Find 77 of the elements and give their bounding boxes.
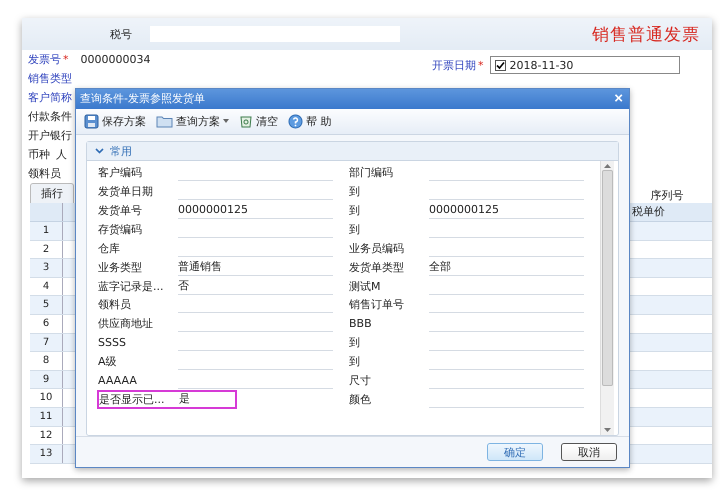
field-label: 蓝字记录是... <box>98 278 164 294</box>
field-label: 发货单日期 <box>98 184 154 200</box>
field-label: SSSS <box>98 336 127 350</box>
field-label: 开票日期 <box>432 58 476 72</box>
row-number: 12 <box>30 426 63 444</box>
required-mark: * <box>478 58 484 72</box>
input-field[interactable]: 普通销售 <box>178 258 333 276</box>
field-label: 客户简称 <box>28 90 72 105</box>
field-label: 币种 <box>28 147 50 162</box>
input-field[interactable]: 0000000125 <box>178 202 333 219</box>
checkbox[interactable] <box>494 60 506 70</box>
row-number: 11 <box>30 408 63 426</box>
field-label: 到 <box>349 202 361 218</box>
row-number: 8 <box>30 352 63 370</box>
field-label: 发货单类型 <box>349 260 405 275</box>
input-field[interactable] <box>150 26 400 42</box>
group-toggle[interactable]: 常用 <box>87 144 140 159</box>
field-label: 到 <box>349 335 361 350</box>
field-label: 发票号 <box>28 52 61 67</box>
row-number: 10 <box>30 389 63 407</box>
row-number: 5 <box>30 296 63 314</box>
required-mark: * <box>63 53 68 66</box>
field-label: 到 <box>349 222 361 237</box>
row-number: 1 <box>30 222 63 240</box>
field-label: 开户银行 <box>28 128 72 143</box>
field-label: 仓库 <box>98 240 121 256</box>
field-label: 领料员 <box>98 297 132 312</box>
row-number: 3 <box>30 259 63 277</box>
field-label: 销售类型 <box>28 71 72 86</box>
field-label: AAAAA <box>98 374 138 387</box>
toolbar-button[interactable]: 帮 助 <box>288 114 332 129</box>
date-field[interactable]: 2018-11-30 <box>490 56 680 74</box>
row-number: 2 <box>30 240 63 258</box>
field-label: 业务员编码 <box>349 240 405 256</box>
column-header: 序列号 <box>650 188 684 203</box>
row-number: 7 <box>30 334 63 352</box>
field-label: 颜色 <box>349 392 372 407</box>
field-label: 到 <box>349 354 361 370</box>
row-number: 13 <box>30 445 63 463</box>
field-value: 0000000034 <box>80 53 150 66</box>
field-label: BBB <box>349 317 373 330</box>
field-label: 付款条件 <box>28 109 72 124</box>
field-label: 部门编码 <box>349 165 394 180</box>
field-label: 领料员 <box>28 166 61 181</box>
input-field[interactable]: 全部 <box>429 258 584 276</box>
input-field[interactable]: 否 <box>178 278 333 295</box>
date-value: 2018-11-30 <box>510 58 574 72</box>
field-label: 尺寸 <box>349 372 372 388</box>
help-icon <box>288 114 303 129</box>
invoice-title: 销售普通发票 <box>592 24 700 46</box>
field-label: 到 <box>349 184 361 200</box>
field-label: 测试M <box>349 278 382 294</box>
close-button[interactable]: × <box>614 91 623 106</box>
field-label: A级 <box>98 354 118 370</box>
field-value: 人 <box>56 147 67 162</box>
toolbar-button[interactable]: 查询方案 <box>156 114 229 129</box>
row-number: 9 <box>30 370 63 388</box>
cancel-button[interactable]: 取消 <box>561 443 617 462</box>
field-label: 存货编码 <box>98 222 143 237</box>
field-label: 发货单号 <box>98 202 143 218</box>
toolbar-button[interactable]: 保存方案 <box>84 114 146 129</box>
row-number: 4 <box>30 278 63 296</box>
field-label: 税号 <box>110 26 133 42</box>
insert-row-tab[interactable]: 插行 <box>30 183 74 203</box>
toolbar-button[interactable]: 清空 <box>239 114 278 129</box>
ok-button[interactable]: 确定 <box>487 443 543 462</box>
dialog-title: 查询条件-发票参照发货单 <box>80 91 205 106</box>
input-field[interactable]: 0000000125 <box>429 202 584 219</box>
scrollbar[interactable] <box>600 161 614 436</box>
row-number: 6 <box>30 314 63 333</box>
folder-icon <box>156 114 173 128</box>
field-label: 供应商地址 <box>98 316 154 332</box>
field-label: 客户编码 <box>98 165 143 180</box>
field-label: 销售订单号 <box>349 297 405 312</box>
field-label: 业务类型 <box>98 260 143 275</box>
chevron-icon <box>95 148 104 154</box>
bin-icon <box>239 114 253 128</box>
